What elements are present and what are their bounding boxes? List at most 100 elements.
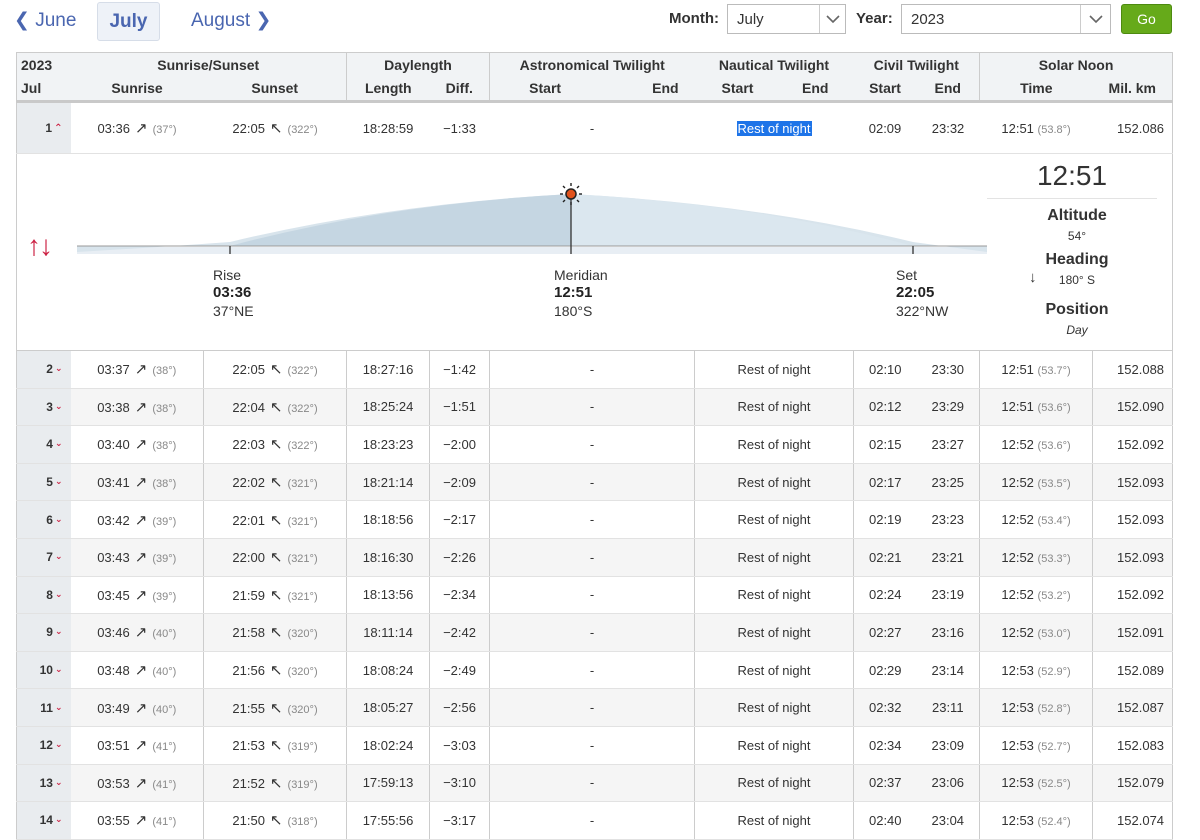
day-cell[interactable]: 8 ⌄ (16, 576, 71, 615)
diff-cell: −3:10 (429, 764, 490, 803)
caret-down-icon[interactable]: ⌄ (55, 551, 63, 561)
length-cell: 18:05:27 (346, 688, 430, 727)
chevron-down-icon[interactable] (819, 5, 845, 33)
noon-time-display: 12:51 (987, 160, 1157, 199)
day-cell[interactable]: 6 ⌄ (16, 500, 71, 539)
sunset-cell: 22:04 ↖ (322°) (202, 388, 347, 427)
year-select[interactable]: 2023 (901, 4, 1111, 34)
arrow-northwest-icon: ↖ (269, 699, 283, 717)
arrow-northwest-icon: ↖ (269, 436, 283, 454)
civil-end-cell: 23:16 (916, 613, 980, 652)
noon-cell: 12:52 (53.2°) (979, 576, 1093, 615)
table-row[interactable]: 6 ⌄ 03:42 ↗ (39°) 22:01 ↖ (321°) 18:18:56 −2:17- R… (16, 500, 1174, 539)
day-cell[interactable]: 5 ⌄ (16, 463, 71, 502)
sunset-cell: 22:01 ↖ (321°) (202, 500, 347, 539)
day-cell[interactable]: 4 ⌄ (16, 425, 71, 464)
table-row-1[interactable]: 1 ⌃ 03:36 ↗ (37°) 22:05 ↖ (322°) 18:28:59 −1:… (16, 101, 1174, 154)
table-row[interactable]: 4 ⌄ 03:40 ↗ (38°) 22:03 ↖ (322°) 18:23:23 −2:00- R… (16, 425, 1174, 464)
table-row[interactable]: 11 ⌄ 03:49 ↗ (40°) 21:55 ↖ (320°) 18:05:27 −2:56-… (16, 688, 1174, 727)
civil-end-cell: 23:06 (916, 764, 980, 803)
km-cell: 152.092 (1092, 576, 1174, 615)
arrow-northwest-icon: ↖ (269, 361, 283, 379)
km-cell: 152.074 (1092, 801, 1174, 840)
length-cell: 18:28:59 (346, 101, 430, 154)
nautical-cell: Rest of night (694, 801, 854, 840)
noon-cell: 12:52 (53.6°) (979, 425, 1093, 464)
caret-down-icon[interactable]: ⌄ (55, 514, 63, 524)
day-cell[interactable]: 11 ⌄ (16, 688, 71, 727)
day-cell[interactable]: 3 ⌄ (16, 388, 71, 427)
km-cell: 152.086 (1092, 101, 1174, 154)
diff-cell: −3:03 (429, 726, 490, 765)
nautical-cell: Rest of night (694, 101, 854, 154)
caret-down-icon[interactable]: ⌄ (55, 626, 63, 636)
table-row[interactable]: 2 ⌄ 03:37 ↗ (38°) 22:05 ↖ (322°) 18:27:16 −1:42- R… (16, 350, 1174, 389)
day-cell[interactable]: 2 ⌄ (16, 350, 71, 389)
caret-down-icon[interactable]: ⌄ (55, 814, 63, 824)
day-cell[interactable]: 7 ⌄ (16, 538, 71, 577)
nautical-cell: Rest of night (694, 425, 854, 464)
length-cell: 18:11:14 (346, 613, 430, 652)
day-cell[interactable]: 10 ⌄ (16, 651, 71, 690)
caret-down-icon[interactable]: ⌄ (55, 664, 63, 674)
month-select[interactable]: July (727, 4, 846, 34)
arrow-northwest-icon: ↖ (269, 398, 283, 416)
table-row[interactable]: 5 ⌄ 03:41 ↗ (38°) 22:02 ↖ (321°) 18:21:14 −2:09- R… (16, 463, 1174, 502)
astro-cell: - (489, 101, 695, 154)
col-nautical-end: End (802, 80, 829, 97)
caret-down-icon[interactable]: ⌄ (55, 702, 63, 712)
km-cell: 152.093 (1092, 500, 1174, 539)
selected-text: Rest of night (736, 120, 812, 136)
day-number: 6 (46, 512, 53, 527)
rise-label-block: Rise 03:36 37°NE (213, 267, 254, 319)
top-bar: ❮ June July August ❯ Month: July Year: 2… (0, 0, 1200, 48)
day-cell[interactable]: 13 ⌄ (16, 764, 71, 803)
table-row[interactable]: 9 ⌄ 03:46 ↗ (40°) 21:58 ↖ (320°) 18:11:14 −2:42- R… (16, 613, 1174, 652)
table-row[interactable]: 12 ⌄ 03:51 ↗ (41°) 21:53 ↖ (319°) 18:02:24 −3:03-… (16, 726, 1174, 765)
noon-cell: 12:52 (53.4°) (979, 500, 1093, 539)
table-row[interactable]: 8 ⌄ 03:45 ↗ (39°) 21:59 ↖ (321°) 18:13:56 −2:34- R… (16, 576, 1174, 615)
caret-down-icon[interactable]: ⌄ (55, 363, 63, 373)
detail-row: ↑↓ Rise 03:36 37°NE Meridian 12:51 180°S… (15, 153, 1174, 351)
day-cell[interactable]: 14 ⌄ (16, 801, 71, 840)
length-cell: 18:13:56 (346, 576, 430, 615)
caret-down-icon[interactable]: ⌄ (55, 438, 63, 448)
table-row[interactable]: 14 ⌄ 03:55 ↗ (41°) 21:50 ↖ (318°) 17:55:56 −3:17-… (16, 801, 1174, 840)
sunset-cell: 21:52 ↖ (319°) (202, 764, 347, 803)
arrow-northeast-icon: ↗ (135, 120, 148, 137)
caret-down-icon[interactable]: ⌄ (55, 739, 63, 749)
day-cell[interactable]: 9 ⌄ (16, 613, 71, 652)
arrow-northwest-icon: ↖ (269, 474, 283, 492)
arrow-northeast-icon: ↗ (134, 699, 148, 717)
length-cell: 18:25:24 (346, 388, 430, 427)
go-button[interactable]: Go (1121, 4, 1172, 34)
caret-down-icon[interactable]: ⌄ (55, 589, 63, 599)
civil-start-cell: 02:17 (853, 463, 917, 502)
month-select-value: July (737, 11, 764, 28)
civil-start-cell: 02:34 (853, 726, 917, 765)
table-row[interactable]: 13 ⌄ 03:53 ↗ (41°) 21:52 ↖ (319°) 17:59:13 −3:10-… (16, 764, 1174, 803)
day-cell[interactable]: 1 ⌃ (16, 101, 71, 154)
current-month-tab[interactable]: July (97, 2, 160, 41)
chevron-down-icon[interactable] (1080, 5, 1110, 33)
caret-down-icon[interactable]: ⌄ (55, 476, 63, 486)
civil-start-cell: 02:29 (853, 651, 917, 690)
day-number: 3 (46, 399, 53, 414)
table-row[interactable]: 10 ⌄ 03:48 ↗ (40°) 21:56 ↖ (320°) 18:08:24 −2:49-… (16, 651, 1174, 690)
caret-up-icon[interactable]: ⌃ (54, 123, 62, 134)
sunset-cell: 21:58 ↖ (320°) (202, 613, 347, 652)
noon-cell: 12:53 (52.5°) (979, 764, 1093, 803)
rise-set-arrows-icon: ↑↓ (27, 230, 53, 261)
day-cell[interactable]: 12 ⌄ (16, 726, 71, 765)
table-row[interactable]: 3 ⌄ 03:38 ↗ (38°) 22:04 ↖ (322°) 18:25:24 −1:51- R… (16, 388, 1174, 427)
caret-down-icon[interactable]: ⌄ (55, 777, 63, 787)
arrow-northeast-icon: ↗ (134, 474, 148, 492)
length-cell: 17:59:13 (346, 764, 430, 803)
arrow-northeast-icon: ↗ (134, 812, 148, 830)
next-month-link[interactable]: August ❯ (191, 9, 271, 32)
table-row[interactable]: 7 ⌄ 03:43 ↗ (39°) 22:00 ↖ (321°) 18:16:30 −2:26- R… (16, 538, 1174, 577)
prev-month-link[interactable]: ❮ June (14, 9, 76, 32)
arrow-northeast-icon: ↗ (134, 586, 148, 604)
noon-cell: 12:53 (52.9°) (979, 651, 1093, 690)
caret-down-icon[interactable]: ⌄ (55, 401, 63, 411)
